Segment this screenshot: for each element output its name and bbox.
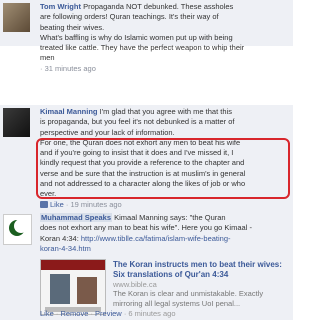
comment-author[interactable]: Muhammad Speaks — [40, 213, 113, 222]
like-icon[interactable] — [40, 200, 48, 208]
comment-author[interactable]: Tom Wright — [40, 2, 81, 11]
comment-text: What's baffling is why do Islamic women … — [40, 32, 233, 42]
comment-text: Kimaal Manning says: "the Quran — [114, 213, 226, 222]
comment-text: I'm glad that you agree with me that thi… — [99, 107, 232, 116]
comment-text: men — [40, 53, 55, 63]
crescent-icon — [9, 219, 28, 236]
avatar[interactable] — [3, 214, 32, 245]
comment-timestamp: · 6 minutes ago — [123, 309, 176, 318]
comment-text: does not exhort any man to beat his wife… — [40, 223, 252, 233]
attachment-site: www.bible.ca — [113, 280, 157, 289]
remove-link[interactable]: Remove — [60, 309, 88, 318]
comment-link[interactable]: http://www.tiblle.ca/fatima/islam-wife-b… — [81, 234, 231, 243]
comment-text: Propaganda NOT debunked. These assholes — [83, 2, 234, 11]
comment-text: is propaganda, but you feel it's not deb… — [40, 117, 235, 127]
comment: Tom Wright Propaganda NOT debunked. Thes… — [0, 0, 293, 73]
comment-author[interactable]: Kimaal Manning — [40, 107, 98, 116]
comment-text: Koran 4:34: — [40, 233, 79, 243]
comment-thread: Tom Wright Propaganda NOT debunked. Thes… — [0, 0, 295, 321]
comment-actions: Like · Remove · Preview · 6 minutes ago — [40, 309, 176, 318]
avatar[interactable] — [3, 108, 30, 137]
attachment-title[interactable]: The Koran instructs men to beat their wi… — [113, 260, 291, 280]
comment-timestamp: · 19 minutes ago — [65, 199, 122, 209]
like-link[interactable]: Like — [50, 200, 64, 209]
like-link[interactable]: Like — [40, 309, 54, 318]
highlight-annotation — [36, 138, 290, 199]
comment-timestamp: · 31 minutes ago — [40, 63, 96, 73]
comment-text: beating their wives. — [40, 22, 105, 32]
preview-link[interactable]: Preview — [95, 309, 122, 318]
comment-body: Tom Wright Propaganda NOT debunked. Thes… — [40, 2, 289, 74]
comment-link[interactable]: koran-4-34.htm — [40, 244, 91, 253]
comment-body: Muhammad Speaks Kimaal Manning says: "th… — [40, 213, 289, 254]
attachment-thumbnail[interactable] — [40, 259, 106, 315]
avatar[interactable] — [3, 3, 30, 32]
comment-meta: Like · 19 minutes ago — [40, 200, 122, 209]
comment-text: are following orders! Quran teachings. I… — [40, 12, 219, 22]
comment-text: treated like cattle. They have the perfe… — [40, 43, 245, 53]
attachment-description: The Koran is clear and unmistakable. Exa… — [113, 289, 264, 308]
comment-text: perspective and your lack of information… — [40, 127, 175, 137]
